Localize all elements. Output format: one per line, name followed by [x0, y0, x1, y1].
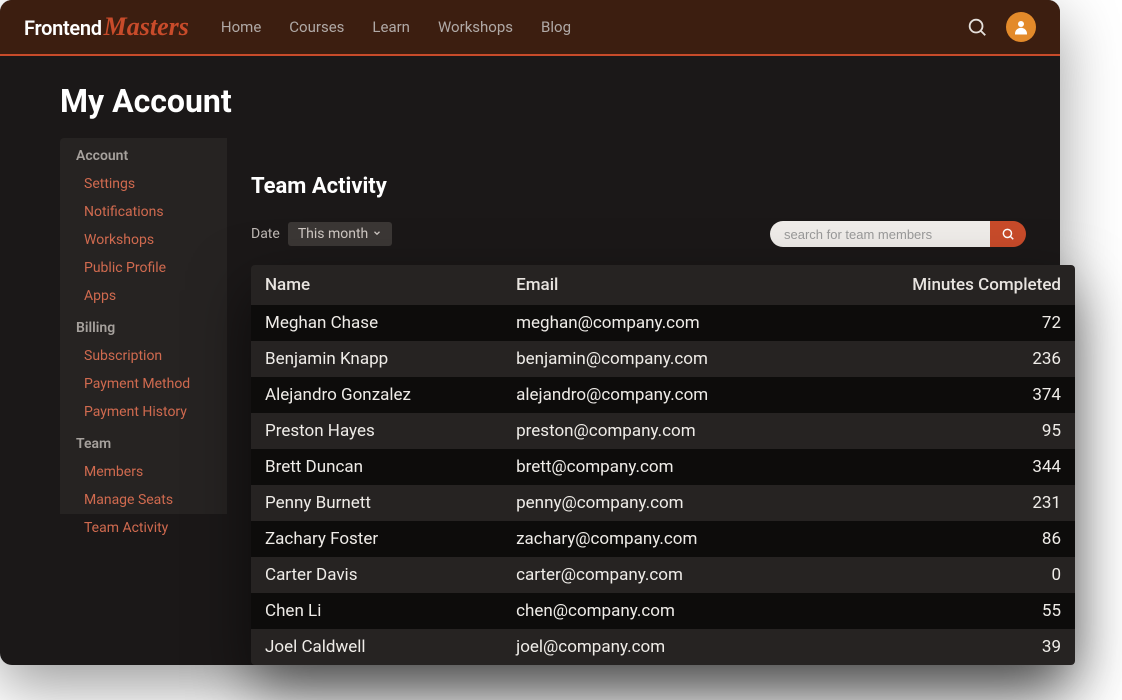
member-search [770, 221, 1026, 247]
date-filter-value: This month [298, 226, 368, 242]
sidebar-members[interactable]: Members [60, 458, 227, 486]
cell-minutes: 95 [820, 413, 1075, 449]
col-minutes[interactable]: Minutes Completed [820, 265, 1075, 305]
cell-name: Preston Hayes [251, 413, 502, 449]
user-avatar[interactable] [1006, 12, 1036, 42]
account-sidebar: Account Settings Notifications Workshops… [60, 138, 227, 665]
main-layout: Account Settings Notifications Workshops… [0, 138, 1060, 665]
cell-minutes: 231 [820, 485, 1075, 521]
sidebar-apps[interactable]: Apps [60, 282, 227, 310]
sidebar-public-profile[interactable]: Public Profile [60, 254, 227, 282]
page-title: My Account [0, 54, 1060, 138]
cell-email: preston@company.com [502, 413, 820, 449]
table-row: Carter Daviscarter@company.com0 [251, 557, 1075, 593]
cell-email: penny@company.com [502, 485, 820, 521]
member-search-button[interactable] [990, 221, 1026, 247]
cell-name: Carter Davis [251, 557, 502, 593]
cell-email: chen@company.com [502, 593, 820, 629]
cell-minutes: 55 [820, 593, 1075, 629]
table-row: Preston Hayespreston@company.com95 [251, 413, 1075, 449]
table-row: Chen Lichen@company.com55 [251, 593, 1075, 629]
cell-email: alejandro@company.com [502, 377, 820, 413]
table-row: Zachary Fosterzachary@company.com86 [251, 521, 1075, 557]
nav-blog[interactable]: Blog [541, 18, 571, 36]
chevron-down-icon [372, 226, 382, 242]
content-area: Team Activity Date This month [227, 138, 1060, 665]
top-navbar: Frontend Masters Home Courses Learn Work… [0, 0, 1060, 54]
col-name[interactable]: Name [251, 265, 502, 305]
cell-minutes: 344 [820, 449, 1075, 485]
activity-table-wrap: Name Email Minutes Completed Meghan Chas… [251, 265, 1075, 665]
table-row: Alejandro Gonzalezalejandro@company.com3… [251, 377, 1075, 413]
cell-email: carter@company.com [502, 557, 820, 593]
cell-name: Alejandro Gonzalez [251, 377, 502, 413]
table-header-row: Name Email Minutes Completed [251, 265, 1075, 305]
table-row: Joel Caldwelljoel@company.com39 [251, 629, 1075, 665]
table-row: Penny Burnettpenny@company.com231 [251, 485, 1075, 521]
sidebar-settings[interactable]: Settings [60, 170, 227, 198]
cell-minutes: 236 [820, 341, 1075, 377]
cell-minutes: 374 [820, 377, 1075, 413]
cell-email: zachary@company.com [502, 521, 820, 557]
sidebar-manage-seats[interactable]: Manage Seats [60, 486, 227, 514]
sidebar-team-activity[interactable]: Team Activity [60, 514, 227, 542]
date-filter: Date This month [251, 222, 392, 246]
date-filter-select[interactable]: This month [288, 222, 392, 246]
member-search-input[interactable] [770, 221, 990, 247]
sidebar-head-account: Account [60, 138, 227, 170]
cell-minutes: 0 [820, 557, 1075, 593]
sidebar-payment-method[interactable]: Payment Method [60, 370, 227, 398]
sidebar-payment-history[interactable]: Payment History [60, 398, 227, 426]
topbar-right [966, 12, 1036, 42]
nav-courses[interactable]: Courses [289, 18, 344, 36]
cell-name: Zachary Foster [251, 521, 502, 557]
content-heading: Team Activity [251, 174, 1060, 199]
cell-name: Brett Duncan [251, 449, 502, 485]
cell-minutes: 72 [820, 305, 1075, 341]
cell-email: benjamin@company.com [502, 341, 820, 377]
brand-first: Frontend [24, 16, 102, 40]
nav-home[interactable]: Home [221, 18, 261, 36]
date-filter-label: Date [251, 226, 280, 242]
cell-minutes: 39 [820, 629, 1075, 665]
table-row: Brett Duncanbrett@company.com344 [251, 449, 1075, 485]
col-email[interactable]: Email [502, 265, 820, 305]
sidebar-notifications[interactable]: Notifications [60, 198, 227, 226]
cell-minutes: 86 [820, 521, 1075, 557]
sidebar-head-billing: Billing [60, 310, 227, 342]
cell-name: Chen Li [251, 593, 502, 629]
cell-email: brett@company.com [502, 449, 820, 485]
nav-learn[interactable]: Learn [372, 18, 410, 36]
table-row: Benjamin Knappbenjamin@company.com236 [251, 341, 1075, 377]
cell-name: Joel Caldwell [251, 629, 502, 665]
cell-name: Benjamin Knapp [251, 341, 502, 377]
sidebar-head-team: Team [60, 426, 227, 458]
activity-table: Name Email Minutes Completed Meghan Chas… [251, 265, 1075, 665]
app-window: Frontend Masters Home Courses Learn Work… [0, 0, 1060, 665]
cell-email: joel@company.com [502, 629, 820, 665]
table-row: Meghan Chasemeghan@company.com72 [251, 305, 1075, 341]
content-toolbar: Date This month [251, 221, 1060, 247]
search-icon[interactable] [966, 16, 988, 38]
brand-logo[interactable]: Frontend Masters [24, 12, 189, 42]
sidebar-subscription[interactable]: Subscription [60, 342, 227, 370]
primary-nav: Home Courses Learn Workshops Blog [221, 18, 571, 36]
cell-email: meghan@company.com [502, 305, 820, 341]
cell-name: Penny Burnett [251, 485, 502, 521]
brand-second: Masters [104, 12, 189, 42]
nav-workshops[interactable]: Workshops [438, 18, 513, 36]
cell-name: Meghan Chase [251, 305, 502, 341]
sidebar-workshops[interactable]: Workshops [60, 226, 227, 254]
